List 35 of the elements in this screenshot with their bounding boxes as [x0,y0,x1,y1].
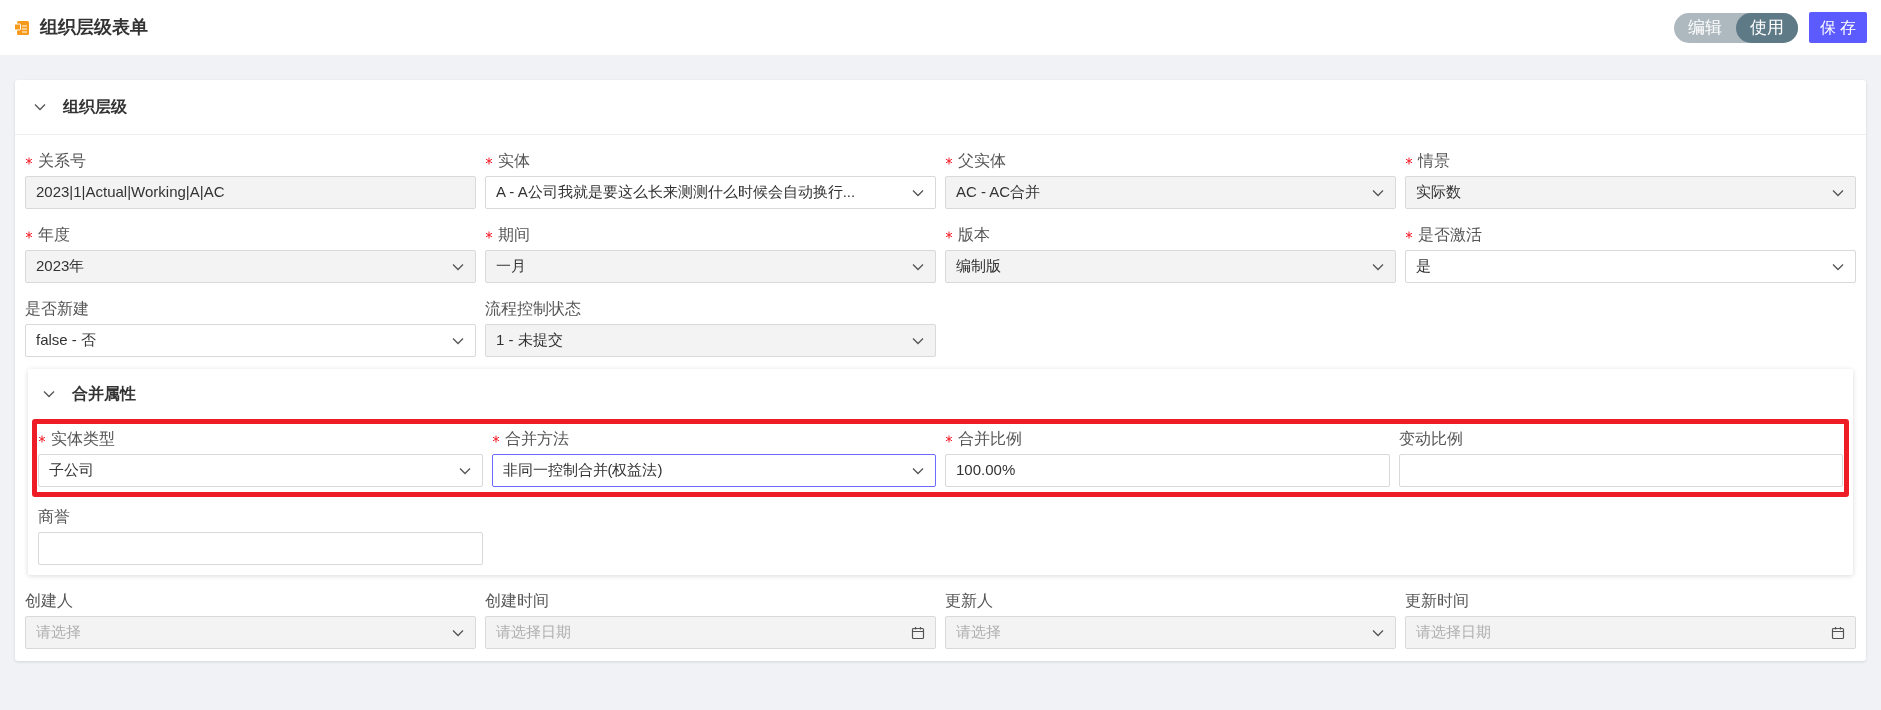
field-label: 更新时间 [1405,591,1469,611]
calendar-icon [1831,625,1845,640]
subsection-title: 合并属性 [72,384,136,404]
field-label: 版本 [958,225,990,245]
field-label: 实体类型 [51,429,115,449]
field-label: 合并方法 [504,429,569,449]
field-label: 是否激活 [1418,225,1482,245]
input-field[interactable] [1398,454,1843,487]
select-field[interactable]: A - A公司我就是要这么长来测测什么时候会自动换行... [485,176,936,209]
field-label: 变动比例 [1398,429,1463,449]
select-field[interactable]: 子公司 [38,454,483,487]
field-label: 创建人 [25,591,73,611]
field-label: 年度 [38,225,70,245]
field-label: 合并比例 [958,429,1022,449]
field-label: 关系号 [38,151,86,171]
field-label: 是否新建 [25,299,89,319]
form-icon [14,19,30,36]
input-field[interactable]: 100.00% [945,454,1390,487]
toggle-option[interactable]: 使用 [1735,12,1798,43]
field-label: 更新人 [945,591,993,611]
field-label: 实体 [498,151,530,171]
select-field[interactable]: 是 [1405,250,1856,283]
field-label: 商誉 [38,507,70,527]
field-label: 情景 [1418,151,1450,171]
field-label: 父实体 [958,151,1006,171]
field-label: 流程控制状态 [485,299,581,319]
field-label: 创建时间 [485,591,549,611]
calendar-icon [911,625,925,640]
section-title: 组织层级 [63,97,127,117]
field-label: 期间 [498,225,530,245]
save-button[interactable]: 保 存 [1808,12,1867,43]
select-field[interactable]: false - 否 [25,324,476,357]
input-field[interactable] [38,532,483,565]
select-field[interactable]: 非同一控制合并(权益法) [491,454,936,487]
page-title: 组织层级表单 [40,16,148,39]
